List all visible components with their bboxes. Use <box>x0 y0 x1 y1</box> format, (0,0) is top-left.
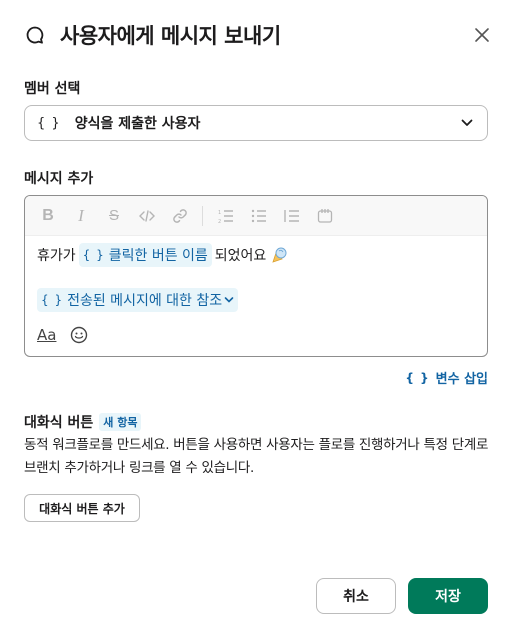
strikethrough-icon[interactable]: S <box>103 205 125 227</box>
smile-icon[interactable] <box>70 326 88 344</box>
variable-brace-icon: { } <box>37 115 61 131</box>
modal-header: 사용자에게 메시지 보내기 <box>24 20 494 50</box>
cancel-button[interactable]: 취소 <box>316 578 396 614</box>
member-select-dropdown[interactable]: { } 양식을 제출한 사용자 <box>24 105 488 141</box>
interactive-buttons-heading: 대화식 버튼 새 항목 <box>24 412 142 432</box>
svg-text:2: 2 <box>218 219 221 223</box>
editor-footer: Aa <box>37 326 88 344</box>
svg-text:1: 1 <box>218 210 221 216</box>
modal-title: 사용자에게 메시지 보내기 <box>60 24 281 48</box>
add-interactive-button[interactable]: 대화식 버튼 추가 <box>24 494 140 522</box>
variable-chip-label: 클릭한 버튼 이름 <box>108 248 208 264</box>
interactive-buttons-description: 동적 워크플로를 만드세요. 버튼을 사용하면 사용자는 플로를 진행하거나 특… <box>24 437 489 476</box>
party-emoji-icon <box>270 246 288 264</box>
interactive-buttons-title: 대화식 버튼 <box>24 415 94 431</box>
bold-icon[interactable]: B <box>37 205 59 227</box>
italic-icon[interactable]: I <box>70 205 92 227</box>
chevron-down-icon <box>224 296 234 304</box>
variable-chip-label: 전송된 메시지에 대한 참조 <box>67 293 223 309</box>
message-line-1: 휴가가 { } 클릭한 버튼 이름 되었어요 <box>37 243 288 267</box>
variable-brace-icon: { } <box>41 293 64 307</box>
message-label: 메시지 추가 <box>24 171 94 187</box>
link-icon[interactable] <box>169 205 191 227</box>
insert-variable-label: 변수 삽입 <box>435 372 488 387</box>
new-badge: 새 항목 <box>99 413 142 431</box>
variable-brace-icon: { } <box>405 370 430 385</box>
code-icon[interactable] <box>136 205 158 227</box>
format-text-button[interactable]: Aa <box>37 326 56 344</box>
message-text-prefix: 휴가가 <box>37 248 76 264</box>
member-select-value: 양식을 제출한 사용자 <box>74 116 201 132</box>
chevron-down-icon <box>459 115 475 131</box>
message-editor[interactable]: B I S 12 휴가가 { } 클릭한 버튼 이름 되었어요 {} 전송된 … <box>24 195 488 357</box>
variable-brace-icon: { } <box>82 248 105 262</box>
save-button[interactable]: 저장 <box>408 578 488 614</box>
message-text-suffix: 되었어요 <box>214 248 267 264</box>
toolbar-divider <box>202 205 203 226</box>
insert-variable-button[interactable]: { } 변수 삽입 <box>405 368 488 388</box>
indent-icon[interactable] <box>281 205 303 227</box>
numbered-list-icon[interactable]: 12 <box>215 205 237 227</box>
format-toolbar: B I S 12 <box>25 196 487 236</box>
variable-chip-message-reference[interactable]: { } 전송된 메시지에 대한 참조 <box>37 288 239 312</box>
variable-chip-button-name[interactable]: { } 클릭한 버튼 이름 <box>78 243 212 267</box>
chat-bubble-icon <box>24 24 46 46</box>
close-icon[interactable] <box>470 23 494 47</box>
code-block-icon[interactable] <box>314 205 336 227</box>
member-select-label: 멤버 선택 <box>24 81 81 97</box>
bulleted-list-icon[interactable] <box>248 205 270 227</box>
message-line-2: { } 전송된 메시지에 대한 참조 <box>37 288 239 312</box>
